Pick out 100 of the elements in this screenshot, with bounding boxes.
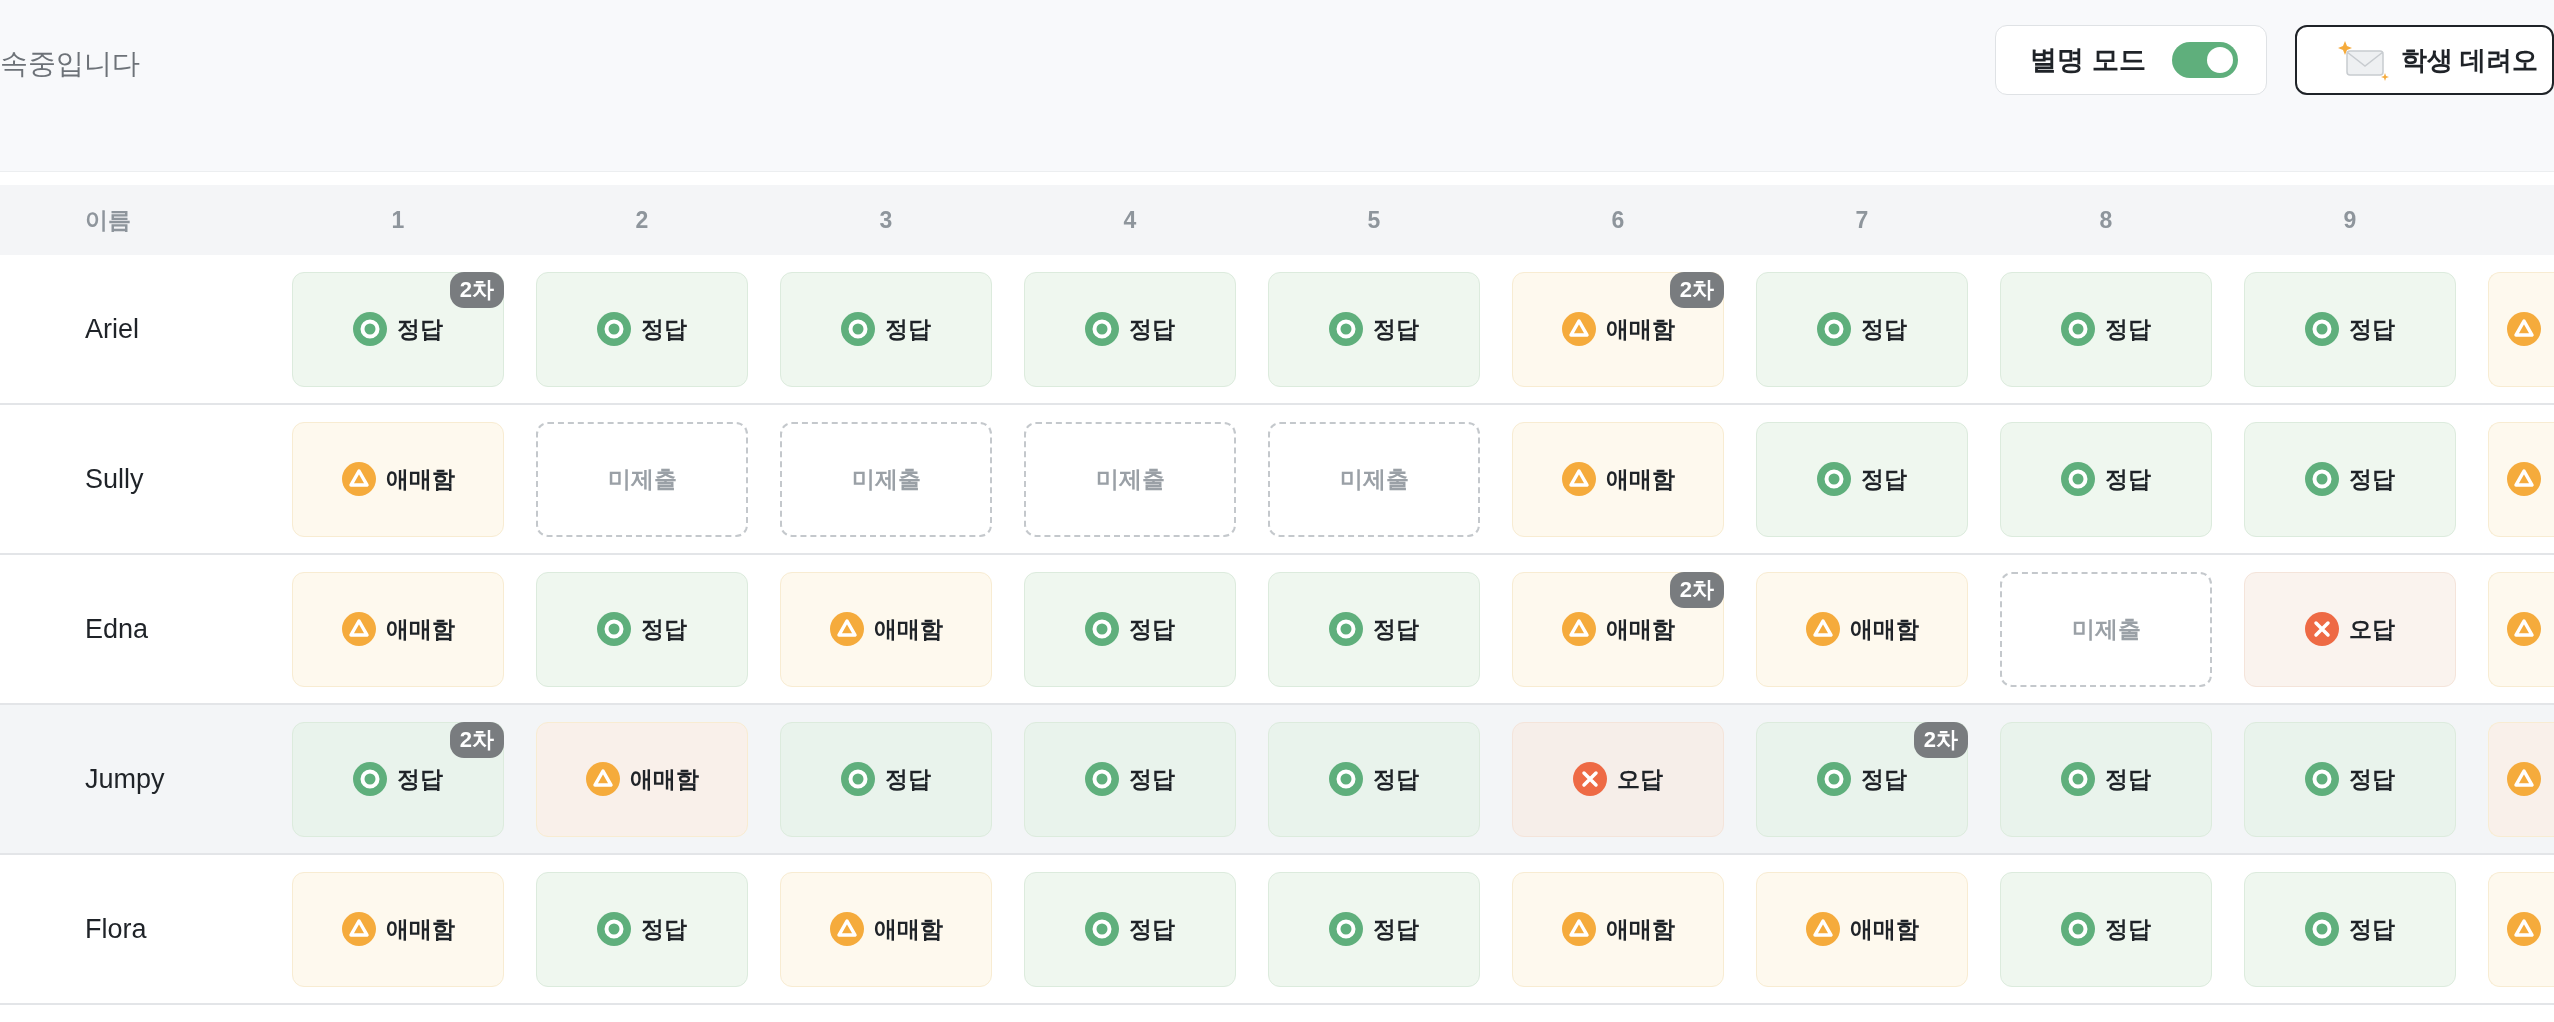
circle-icon bbox=[1085, 912, 1119, 946]
result-card[interactable]: 정답 bbox=[2244, 871, 2456, 987]
result-card[interactable]: 정답 bbox=[2244, 721, 2456, 837]
attempt-badge: 2차 bbox=[449, 721, 504, 758]
column-header: 9 bbox=[2342, 206, 2358, 234]
result-card[interactable]: 정답 bbox=[780, 271, 992, 387]
result-label: 정답 bbox=[1129, 914, 1175, 944]
result-card[interactable]: 애매함 bbox=[292, 571, 504, 687]
toggle-switch[interactable] bbox=[2171, 42, 2238, 78]
column-header: 5 bbox=[1366, 206, 1382, 234]
circle-icon bbox=[2305, 312, 2339, 346]
result-label: 정답 bbox=[1373, 764, 1419, 794]
result-card[interactable]: 정답 bbox=[2244, 271, 2456, 387]
result-card[interactable]: 애매함 bbox=[1756, 571, 1968, 687]
circle-icon bbox=[2305, 462, 2339, 496]
attempt-badge: 2차 bbox=[449, 271, 504, 308]
result-label: 애매함 bbox=[873, 614, 943, 644]
result-label: 정답 bbox=[1129, 614, 1175, 644]
result-card[interactable]: 정답 bbox=[536, 571, 748, 687]
circle-icon bbox=[1085, 312, 1119, 346]
result-card[interactable]: 오답 bbox=[1512, 721, 1724, 837]
result-card[interactable]: 정답 bbox=[536, 271, 748, 387]
circle-icon bbox=[1817, 462, 1851, 496]
result-card[interactable] bbox=[2488, 271, 2554, 387]
result-label: 정답 bbox=[2349, 464, 2395, 494]
column-header: 3 bbox=[878, 206, 894, 234]
result-card[interactable]: 정답 bbox=[1268, 871, 1480, 987]
result-label: 정답 bbox=[1129, 764, 1175, 794]
result-label: 정답 bbox=[2105, 314, 2151, 344]
result-card[interactable]: 정답 bbox=[1024, 871, 1236, 987]
result-card[interactable]: 애매함 bbox=[536, 721, 748, 837]
result-card[interactable]: 애매함 bbox=[1756, 871, 1968, 987]
result-card[interactable]: 정답 2차 bbox=[292, 721, 504, 837]
result-card[interactable]: 정답 bbox=[780, 721, 992, 837]
result-card[interactable] bbox=[2488, 421, 2554, 537]
result-card[interactable] bbox=[2488, 721, 2554, 837]
result-label: 정답 bbox=[1129, 314, 1175, 344]
result-card[interactable]: 애매함 bbox=[780, 871, 992, 987]
result-card[interactable]: 애매함 2차 bbox=[1512, 571, 1724, 687]
student-name: Ariel bbox=[84, 313, 140, 345]
result-label: 애매함 bbox=[385, 914, 455, 944]
result-card[interactable]: 정답 bbox=[2000, 871, 2212, 987]
result-card[interactable]: 오답 bbox=[2244, 571, 2456, 687]
result-label: 미제출 bbox=[1095, 464, 1165, 494]
result-label: 정답 bbox=[2105, 764, 2151, 794]
student-name: Flora bbox=[84, 913, 148, 945]
alias-mode-toggle[interactable]: 별명 모드 bbox=[1995, 25, 2267, 95]
result-card[interactable]: 정답 bbox=[1024, 271, 1236, 387]
result-card[interactable] bbox=[2488, 871, 2554, 987]
result-card[interactable]: 정답 bbox=[1268, 271, 1480, 387]
result-card[interactable]: 애매함 bbox=[1512, 871, 1724, 987]
result-label: 정답 bbox=[2349, 914, 2395, 944]
column-header: 4 bbox=[1122, 206, 1138, 234]
column-header: 7 bbox=[1854, 206, 1870, 234]
circle-icon bbox=[841, 762, 875, 796]
result-card[interactable]: 애매함 bbox=[1512, 421, 1724, 537]
student-name: Jumpy bbox=[84, 763, 166, 795]
result-card[interactable]: 정답 bbox=[2000, 421, 2212, 537]
circle-icon bbox=[1329, 312, 1363, 346]
result-label: 정답 bbox=[885, 764, 931, 794]
result-label: 애매함 bbox=[873, 914, 943, 944]
result-label: 정답 bbox=[641, 314, 687, 344]
circle-icon bbox=[1329, 912, 1363, 946]
result-label: 애매함 bbox=[629, 764, 699, 794]
result-card[interactable]: 정답 bbox=[1268, 721, 1480, 837]
result-card[interactable]: 정답 bbox=[2000, 271, 2212, 387]
attempt-badge: 2차 bbox=[1913, 721, 1968, 758]
circle-icon bbox=[841, 312, 875, 346]
result-card[interactable]: 정답 bbox=[1756, 271, 1968, 387]
result-card[interactable]: 애매함 bbox=[780, 571, 992, 687]
status-text: 속중입니다 bbox=[0, 47, 141, 81]
result-label: 애매함 bbox=[1849, 614, 1919, 644]
result-label: 정답 bbox=[1373, 314, 1419, 344]
result-card[interactable]: 정답 bbox=[1024, 721, 1236, 837]
bring-students-button[interactable]: 학생 데려오 bbox=[2294, 25, 2554, 95]
circle-icon bbox=[1817, 762, 1851, 796]
result-card[interactable]: 정답 bbox=[2000, 721, 2212, 837]
result-card[interactable]: 정답 2차 bbox=[1756, 721, 1968, 837]
result-card[interactable]: 정답 bbox=[536, 871, 748, 987]
result-card[interactable] bbox=[2488, 571, 2554, 687]
circle-icon bbox=[597, 912, 631, 946]
circle-icon bbox=[2305, 912, 2339, 946]
result-card[interactable]: 애매함 bbox=[292, 421, 504, 537]
result-label: 정답 bbox=[2105, 914, 2151, 944]
result-card[interactable]: 정답 bbox=[1268, 571, 1480, 687]
result-card[interactable]: 애매함 bbox=[292, 871, 504, 987]
result-card[interactable]: 정답 bbox=[2244, 421, 2456, 537]
result-label: 정답 bbox=[2349, 764, 2395, 794]
result-label: 애매함 bbox=[1849, 914, 1919, 944]
circle-icon bbox=[2061, 762, 2095, 796]
circle-icon bbox=[1817, 312, 1851, 346]
result-card[interactable]: 정답 bbox=[1024, 571, 1236, 687]
result-label: 정답 bbox=[1861, 764, 1907, 794]
result-label: 정답 bbox=[397, 314, 443, 344]
result-card[interactable]: 정답 2차 bbox=[292, 271, 504, 387]
result-card[interactable]: 애매함 2차 bbox=[1512, 271, 1724, 387]
result-card[interactable]: 정답 bbox=[1756, 421, 1968, 537]
circle-icon bbox=[1085, 762, 1119, 796]
circle-icon bbox=[2305, 762, 2339, 796]
circle-icon bbox=[1329, 762, 1363, 796]
